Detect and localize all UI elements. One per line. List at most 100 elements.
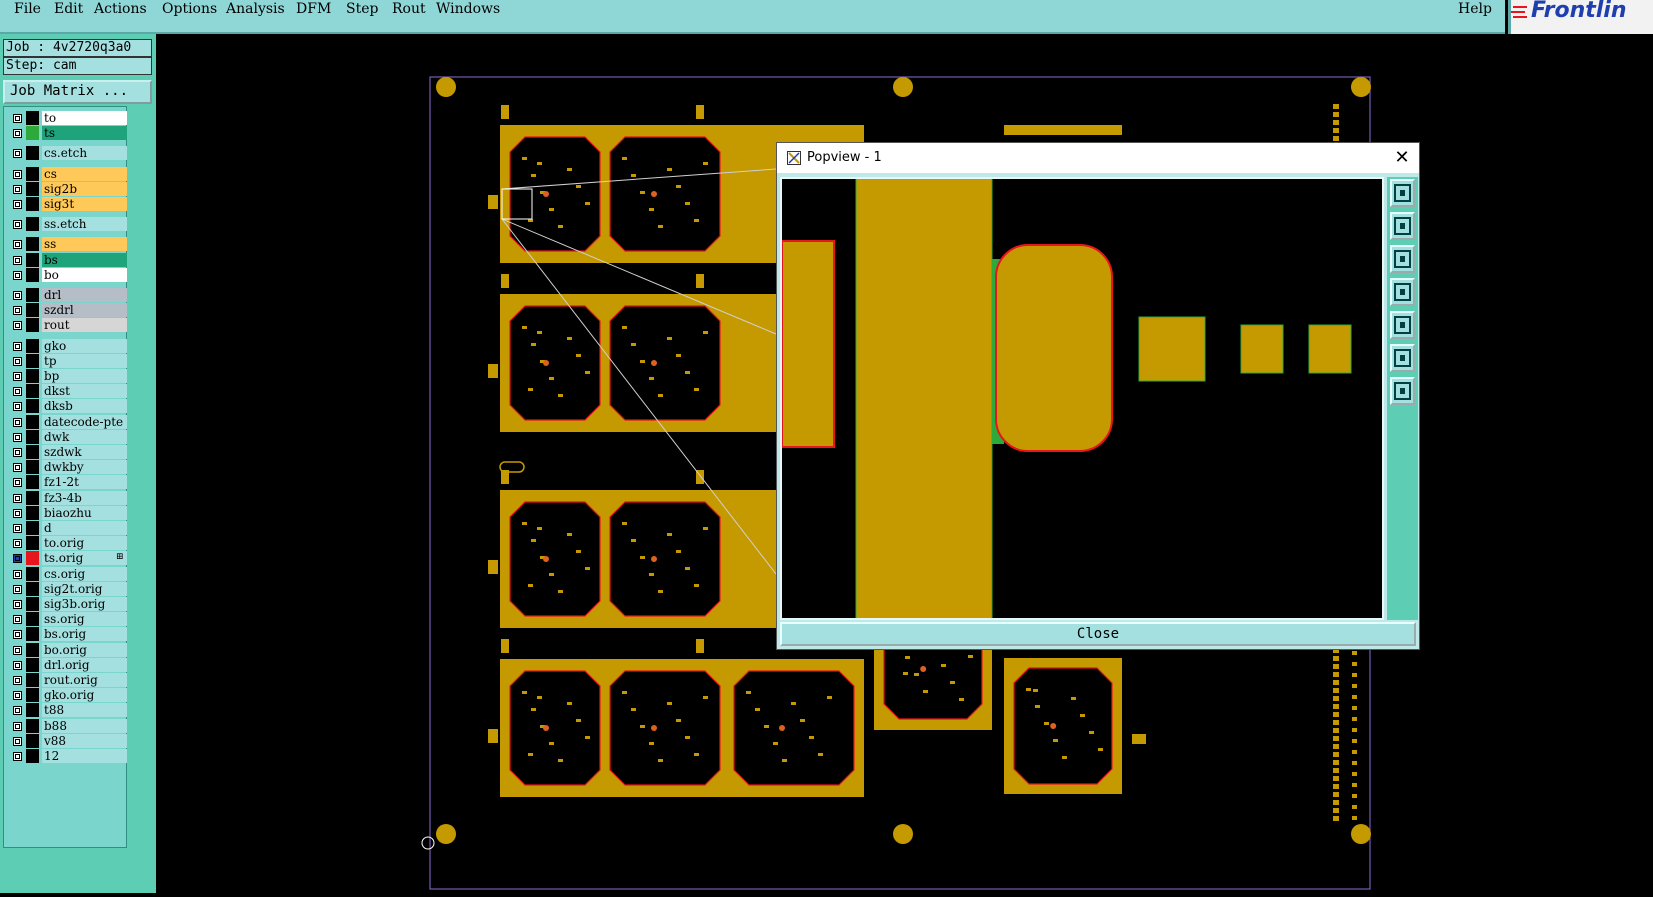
layer-checkbox[interactable] <box>13 129 22 139</box>
layer-checkbox[interactable] <box>13 600 22 609</box>
pan-left-icon[interactable] <box>1390 278 1415 306</box>
layer-checkbox[interactable] <box>13 721 22 731</box>
menu-file[interactable]: File <box>14 0 41 18</box>
layer-row[interactable]: biaozhu <box>9 505 127 521</box>
layer-checkbox[interactable] <box>13 524 22 533</box>
layer-name[interactable]: rout <box>42 318 127 333</box>
layer-checkbox[interactable] <box>13 417 22 427</box>
layer-checkbox[interactable] <box>13 615 22 625</box>
layer-row[interactable]: v88 <box>9 733 127 749</box>
layer-checkbox[interactable] <box>13 321 22 331</box>
layer-name[interactable]: v88 <box>42 733 127 748</box>
zoom-home-icon[interactable] <box>1390 377 1415 405</box>
close-icon[interactable]: ✕ <box>1391 147 1413 169</box>
layer-name[interactable]: dksb <box>42 399 127 414</box>
layer-row[interactable]: drl <box>9 288 127 303</box>
layer-row[interactable]: bp <box>9 369 127 384</box>
layer-name[interactable]: bs.orig <box>42 627 127 642</box>
layer-name[interactable]: dwk <box>42 429 127 444</box>
layer-color-swatch[interactable] <box>26 429 39 444</box>
layer-color-swatch[interactable] <box>26 197 39 211</box>
layer-row[interactable]: to.orig <box>9 536 127 551</box>
layer-checkbox[interactable] <box>13 240 22 250</box>
layer-row[interactable]: cs <box>9 166 127 182</box>
layer-name[interactable]: cs.etch <box>42 146 127 161</box>
layer-name[interactable]: ts.orig <box>42 551 127 566</box>
layer-color-swatch[interactable] <box>26 581 39 596</box>
layer-color-swatch[interactable] <box>26 566 39 581</box>
layer-color-swatch[interactable] <box>26 338 39 353</box>
layer-name[interactable]: bo.orig <box>42 642 127 657</box>
layer-row[interactable]: sig2t.orig <box>9 581 127 597</box>
layer-name[interactable]: gko.orig <box>42 688 127 703</box>
layer-name[interactable]: dkst <box>42 384 127 399</box>
layer-color-swatch[interactable] <box>26 369 39 383</box>
close-button[interactable]: Close <box>780 622 1416 646</box>
layer-name[interactable]: drl <box>42 288 127 302</box>
layer-row[interactable]: d <box>9 521 127 536</box>
layer-color-swatch[interactable] <box>26 673 39 687</box>
layer-color-swatch[interactable] <box>26 733 39 748</box>
layer-name[interactable]: ss.orig <box>42 612 127 627</box>
layer-checkbox[interactable] <box>13 341 22 351</box>
layer-color-swatch[interactable] <box>26 612 39 627</box>
layer-checkbox[interactable] <box>13 255 22 265</box>
layer-name[interactable]: drl.orig <box>42 657 127 672</box>
layer-row[interactable]: sig3b.orig <box>9 597 127 612</box>
layer-checkbox[interactable] <box>13 478 22 488</box>
layer-color-swatch[interactable] <box>26 597 39 611</box>
layer-color-swatch[interactable] <box>26 126 39 141</box>
layer-name[interactable]: fz1-2t <box>42 475 127 490</box>
layer-checkbox[interactable] <box>13 752 22 761</box>
layer-checkbox[interactable] <box>13 114 22 123</box>
layer-name[interactable]: to.orig <box>42 536 127 551</box>
layer-row[interactable]: gko <box>9 338 127 354</box>
layer-name[interactable]: szdwk <box>42 445 127 459</box>
layer-color-swatch[interactable] <box>26 718 39 733</box>
layer-name[interactable]: gko <box>42 338 127 353</box>
layer-name[interactable]: cs.orig <box>42 566 127 581</box>
layer-name[interactable]: ts <box>42 126 127 141</box>
menu-actions[interactable]: Actions <box>94 0 147 18</box>
layer-color-swatch[interactable] <box>26 237 39 252</box>
layer-color-swatch[interactable] <box>26 318 39 333</box>
zoom-fit-icon[interactable] <box>1390 344 1415 372</box>
layer-row[interactable]: drl.orig <box>9 657 127 673</box>
layer-name[interactable]: 12 <box>42 749 127 763</box>
layer-row[interactable]: gko.orig <box>9 688 127 703</box>
menu-edit[interactable]: Edit <box>54 0 83 18</box>
layer-color-swatch[interactable] <box>26 551 39 566</box>
layer-color-swatch[interactable] <box>26 217 39 232</box>
layer-checkbox[interactable] <box>13 356 22 366</box>
layer-checkbox[interactable] <box>13 706 22 716</box>
menu-help[interactable]: Help <box>1458 0 1492 18</box>
layer-row[interactable]: szdwk <box>9 445 127 460</box>
zoom-window-icon[interactable] <box>1390 179 1415 207</box>
layer-name[interactable]: sig3t <box>42 197 127 211</box>
layer-checkbox[interactable] <box>13 402 22 412</box>
layer-color-swatch[interactable] <box>26 703 39 718</box>
layer-row[interactable]: to <box>9 111 127 126</box>
layer-color-swatch[interactable] <box>26 688 39 703</box>
layer-checkbox[interactable] <box>13 220 22 230</box>
layer-row[interactable]: fz3-4b <box>9 490 127 506</box>
layer-row[interactable]: tp <box>9 353 127 369</box>
popview-titlebar[interactable]: Popview - 1 ✕ <box>777 143 1419 173</box>
layer-name[interactable]: b88 <box>42 718 127 733</box>
layer-row[interactable]: rout.orig <box>9 673 127 688</box>
menu-step[interactable]: Step <box>346 0 378 18</box>
layer-checkbox[interactable] <box>13 691 22 701</box>
layer-expand-icon[interactable]: ⊞ <box>116 552 124 562</box>
layer-row[interactable]: ss.orig <box>9 612 127 627</box>
layer-row[interactable]: datecode-pte <box>9 414 127 430</box>
layer-name[interactable]: ss <box>42 237 127 252</box>
layer-name[interactable]: bo <box>42 267 127 282</box>
layer-color-swatch[interactable] <box>26 536 39 551</box>
layer-name[interactable]: d <box>42 521 127 535</box>
layer-row[interactable]: dkst <box>9 384 127 399</box>
layer-name[interactable]: to <box>42 111 127 125</box>
layer-row[interactable]: dwkby <box>9 460 127 475</box>
layer-name[interactable]: cs <box>42 166 127 181</box>
layer-name[interactable]: bs <box>42 252 127 267</box>
layer-color-swatch[interactable] <box>26 521 39 535</box>
